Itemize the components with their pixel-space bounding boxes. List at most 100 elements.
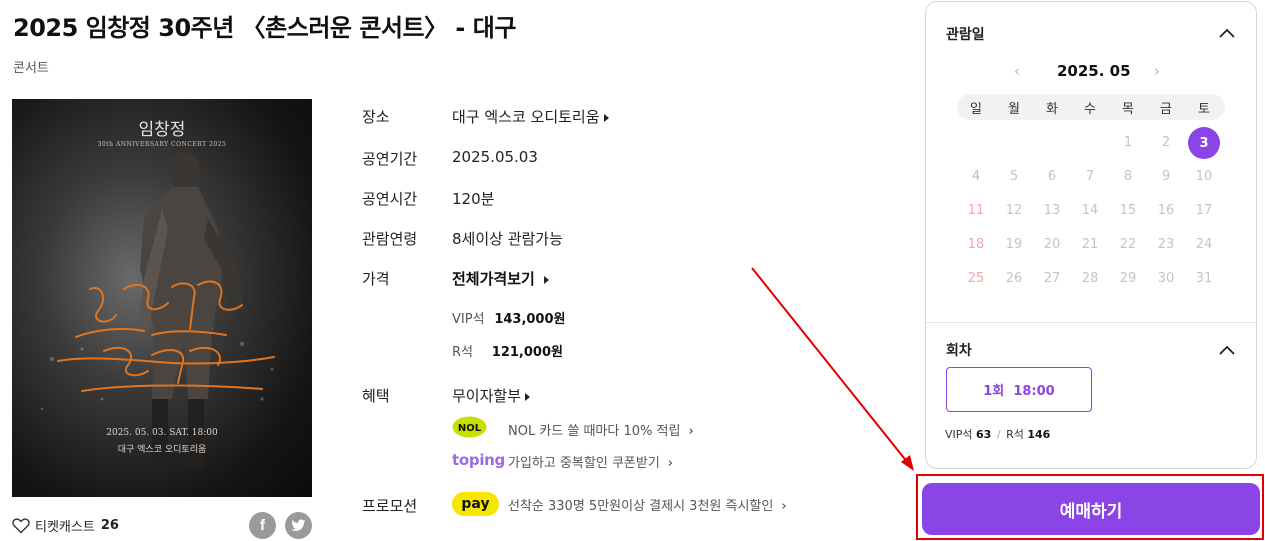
venue-name: 대구 엑스코 오디토리움 bbox=[452, 108, 600, 126]
poster-artist-name: 임창정 bbox=[138, 120, 186, 140]
calendar-day: 20 bbox=[1043, 237, 1061, 252]
calendar-collapse-button[interactable] bbox=[1218, 24, 1236, 38]
calendar-day: 10 bbox=[1195, 169, 1213, 184]
chevron-up-icon bbox=[1219, 28, 1235, 38]
price-row-vip: VIP석 143,000원 bbox=[452, 308, 565, 327]
calendar-day: 15 bbox=[1119, 203, 1137, 218]
heart-icon bbox=[12, 517, 30, 533]
session-collapse-button[interactable] bbox=[1218, 341, 1236, 355]
seat-count: 63 bbox=[976, 428, 992, 441]
calendar-day: 8 bbox=[1123, 169, 1133, 184]
promo-link[interactable]: 선착순 330명 5만원이상 결제시 3천원 즉시할인 › bbox=[508, 495, 787, 514]
next-month-button[interactable]: › bbox=[1154, 62, 1160, 80]
calendar-day: 23 bbox=[1157, 237, 1175, 252]
ticketcast-button[interactable]: 티켓캐스트 26 bbox=[12, 516, 119, 535]
calendar-day: 9 bbox=[1161, 169, 1171, 184]
price-label: 가격 bbox=[362, 270, 390, 288]
venue-link[interactable]: 대구 엑스코 오디토리움 bbox=[452, 106, 609, 127]
weekday-label: 금 bbox=[1160, 102, 1172, 117]
price-grade: R석 bbox=[452, 345, 473, 360]
poster-date: 2025. 05. 03. SAT. 18:00 bbox=[106, 428, 218, 438]
weekday-label: 화 bbox=[1046, 102, 1058, 117]
seat-availability: VIP석 63 / R석 146 bbox=[945, 426, 1050, 442]
calendar-day: 24 bbox=[1195, 237, 1213, 252]
calendar-day: 6 bbox=[1047, 169, 1057, 184]
genre-label: 콘서트 bbox=[13, 61, 49, 76]
poster-subtitle: 30th ANNIVERSARY CONCERT 2025 bbox=[97, 141, 227, 148]
calendar-day: 19 bbox=[1005, 237, 1023, 252]
toping-benefit-link[interactable]: 가입하고 중복할인 쿠폰받기 › bbox=[508, 452, 673, 471]
promo-text: 선착순 330명 5만원이상 결제시 3천원 즉시할인 bbox=[508, 499, 774, 514]
benefit-text: 무이자할부 bbox=[452, 387, 522, 405]
weekday-label: 수 bbox=[1084, 102, 1096, 117]
calendar-day-selected[interactable]: 3 bbox=[1188, 127, 1220, 159]
toping-logo: toping bbox=[452, 451, 505, 469]
caret-right-icon bbox=[543, 275, 549, 284]
nol-benefit-text: NOL 카드 쓸 때마다 10% 적립 bbox=[508, 424, 681, 439]
calendar-day: 29 bbox=[1119, 271, 1137, 286]
runtime-value: 120분 bbox=[452, 190, 495, 208]
price-all-link[interactable]: 전체가격보기 bbox=[452, 268, 549, 289]
age-value: 8세이상 관람가능 bbox=[452, 230, 563, 248]
calendar-day: 25 bbox=[967, 271, 985, 286]
chevron-right-icon: › bbox=[688, 424, 694, 439]
session-option-button[interactable]: 1회 18:00 bbox=[946, 367, 1092, 412]
seat-separator: / bbox=[996, 428, 1001, 441]
calendar-day: 12 bbox=[1005, 203, 1023, 218]
price-amount: 121,000원 bbox=[491, 345, 563, 360]
calendar-day: 26 bbox=[1005, 271, 1023, 286]
caret-right-icon bbox=[603, 113, 609, 122]
calendar-day: 28 bbox=[1081, 271, 1099, 286]
weekday-label: 월 bbox=[1008, 102, 1020, 117]
nol-benefit-link[interactable]: NOL 카드 쓸 때마다 10% 적립 › bbox=[508, 420, 694, 439]
benefit-label: 혜택 bbox=[362, 387, 390, 405]
calendar-day: 27 bbox=[1043, 271, 1061, 286]
seat-count: 146 bbox=[1027, 428, 1051, 441]
session-section-title: 회차 bbox=[946, 343, 972, 359]
prev-month-button[interactable]: ‹ bbox=[1014, 62, 1020, 80]
nol-logo-text: NOL bbox=[458, 423, 482, 434]
seat-grade: VIP석 bbox=[945, 428, 973, 441]
period-label: 공연기간 bbox=[362, 150, 418, 168]
facebook-share-button[interactable]: f bbox=[249, 512, 276, 539]
venue-label: 장소 bbox=[362, 108, 390, 126]
calendar-day: 7 bbox=[1085, 169, 1095, 184]
calendar-day: 30 bbox=[1157, 271, 1175, 286]
toping-benefit-text: 가입하고 중복할인 쿠폰받기 bbox=[508, 456, 660, 471]
twitter-icon bbox=[291, 519, 306, 531]
calendar-section-title: 관람일 bbox=[946, 27, 985, 43]
kakaopay-logo: pay bbox=[452, 492, 499, 516]
calendar-day: 14 bbox=[1081, 203, 1099, 218]
poster-venue: 대구 엑스코 오디토리움 bbox=[117, 445, 207, 455]
book-button-label: 예매하기 bbox=[1059, 501, 1123, 522]
calendar-day: 5 bbox=[1009, 169, 1019, 184]
weekday-label: 토 bbox=[1198, 102, 1210, 117]
panel-divider bbox=[926, 322, 1256, 323]
age-label: 관람연령 bbox=[362, 230, 418, 248]
runtime-label: 공연시간 bbox=[362, 190, 418, 208]
calendar-day: 11 bbox=[967, 203, 985, 218]
book-button[interactable]: 예매하기 bbox=[922, 483, 1260, 535]
price-grade: VIP석 bbox=[452, 312, 485, 327]
caret-right-icon bbox=[525, 392, 531, 401]
weekday-label: 목 bbox=[1122, 102, 1134, 117]
page-title: 2025 임창정 30주년 〈촌스러운 콘서트〉 - 대구 bbox=[13, 14, 516, 42]
calendar-day: 31 bbox=[1195, 271, 1213, 286]
calendar-day: 4 bbox=[971, 169, 981, 184]
twitter-share-button[interactable] bbox=[285, 512, 312, 539]
facebook-icon: f bbox=[260, 517, 265, 534]
calendar-day: 1 bbox=[1123, 135, 1133, 150]
poster-image: 임창정 30th ANNIVERSARY CONCERT 2025 2025. … bbox=[12, 99, 312, 497]
seat-grade: R석 bbox=[1006, 428, 1024, 441]
ticketcast-label: 티켓캐스트 bbox=[35, 520, 95, 535]
price-all-text: 전체가격보기 bbox=[452, 270, 535, 288]
chevron-up-icon bbox=[1219, 345, 1235, 355]
calendar-day: 17 bbox=[1195, 203, 1213, 218]
calendar-day: 22 bbox=[1119, 237, 1137, 252]
chevron-right-icon: › bbox=[781, 499, 787, 514]
session-option-label: 1회 18:00 bbox=[983, 384, 1055, 399]
calendar-day: 18 bbox=[967, 237, 985, 252]
pay-logo-text: pay bbox=[461, 496, 490, 512]
promo-label: 프로모션 bbox=[362, 497, 418, 515]
benefit-link[interactable]: 무이자할부 bbox=[452, 385, 531, 406]
